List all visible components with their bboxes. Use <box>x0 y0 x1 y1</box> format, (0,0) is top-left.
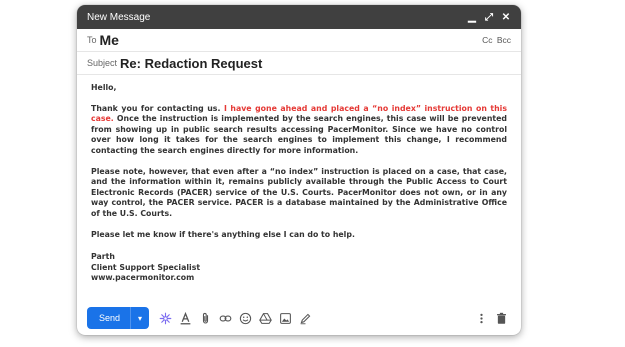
subject-label: Subject <box>87 58 118 68</box>
image-icon[interactable] <box>275 308 295 328</box>
body-paragraph-1: Thank you for contacting us. I have gone… <box>91 104 507 157</box>
attach-icon[interactable] <box>195 308 215 328</box>
p1-text-start: Thank you for contacting us. <box>91 103 224 113</box>
send-options-icon[interactable]: ▾ <box>130 307 149 329</box>
drive-icon[interactable] <box>255 308 275 328</box>
signature-role: Client Support Specialist <box>91 262 201 272</box>
compose-title: New Message <box>87 11 151 23</box>
body-paragraph-2: Please note, however, that even after a … <box>91 166 507 218</box>
to-label: To <box>87 35 97 45</box>
greeting: Hello, <box>91 83 117 92</box>
link-icon[interactable] <box>215 308 235 328</box>
signature: Parth Client Support Specialist www.pace… <box>91 252 507 284</box>
to-row[interactable]: To Me Cc Bcc <box>77 29 521 52</box>
p1-text-end: Once the instruction is implemented by t… <box>91 114 507 155</box>
message-body[interactable]: Hello, Thank you for contacting us. I ha… <box>77 75 521 284</box>
close-icon[interactable]: ✕ <box>499 10 513 24</box>
cc-bcc: Cc Bcc <box>480 35 511 45</box>
cc-link[interactable]: Cc <box>482 35 492 45</box>
send-button[interactable]: Send <box>87 307 130 329</box>
expand-icon[interactable]: ⤢ <box>482 10 496 24</box>
minimize-icon[interactable]: ▁ <box>465 10 479 24</box>
signature-pen-icon[interactable] <box>295 308 315 328</box>
signature-site: www.pacermonitor.com <box>91 273 195 283</box>
subject-row[interactable]: Subject Re: Redaction Request <box>77 52 521 75</box>
compose-toolbar: Send ▾ <box>77 301 521 335</box>
text-format-icon[interactable] <box>175 308 195 328</box>
body-paragraph-3: Please let me know if there's anything e… <box>91 229 355 239</box>
compose-window: New Message ▁ ⤢ ✕ To Me Cc Bcc Subject R… <box>77 5 521 335</box>
more-options-icon[interactable] <box>471 308 491 328</box>
compose-titlebar: New Message ▁ ⤢ ✕ <box>77 5 521 29</box>
trash-icon[interactable] <box>491 308 511 328</box>
emoji-icon[interactable] <box>235 308 255 328</box>
ai-sparkle-icon[interactable] <box>155 308 175 328</box>
bcc-link[interactable]: Bcc <box>497 35 511 45</box>
send-button-group: Send ▾ <box>87 307 150 329</box>
signature-name: Parth <box>91 252 115 262</box>
subject-field[interactable]: Re: Redaction Request <box>120 56 511 71</box>
to-recipient[interactable]: Me <box>100 32 481 48</box>
